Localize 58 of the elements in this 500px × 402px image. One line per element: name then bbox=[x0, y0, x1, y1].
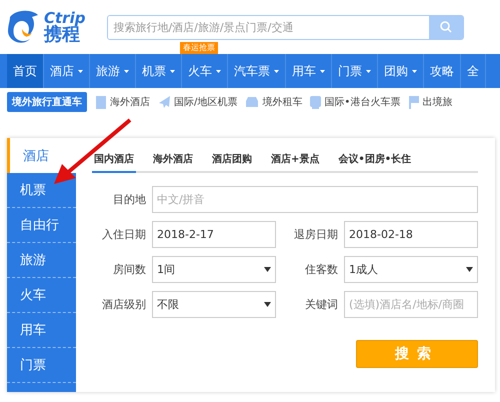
nav-tab[interactable]: 酒店 bbox=[44, 54, 90, 88]
section-tag: 境外旅行直通车 bbox=[7, 92, 87, 112]
logo-text: 携程 bbox=[44, 26, 80, 44]
nav-tab[interactable]: 首页 bbox=[7, 54, 44, 88]
nav-tab[interactable]: 门票 bbox=[332, 54, 378, 88]
logo-text: Ctrip bbox=[44, 10, 86, 26]
promo-badge: 春运抢票 bbox=[180, 42, 218, 54]
tab[interactable]: 会议•团房•长住 bbox=[336, 152, 414, 173]
sub-link[interactable]: 海外酒店 bbox=[110, 95, 150, 109]
tab[interactable]: 国内酒店 bbox=[92, 152, 136, 173]
sidebar-item[interactable]: 酒店 bbox=[7, 138, 76, 173]
field-label: 关键词 bbox=[304, 297, 338, 312]
nav-tab[interactable]: 汽车票 bbox=[228, 54, 286, 88]
nav-tab[interactable]: 旅游 bbox=[90, 54, 136, 88]
input-field[interactable]: (选填)酒店名/地标/商圈 bbox=[344, 291, 478, 318]
field-label: 目的地 bbox=[112, 192, 146, 207]
tab[interactable]: 酒店团购 bbox=[210, 152, 254, 173]
sub-link[interactable]: 国际•港台火车票 bbox=[324, 95, 400, 109]
search-icon bbox=[440, 21, 452, 33]
search-button[interactable] bbox=[429, 16, 463, 38]
arrow-icon bbox=[52, 118, 132, 186]
car-icon bbox=[245, 97, 260, 107]
sub-link[interactable]: 出境旅 bbox=[422, 95, 452, 109]
nav-tab[interactable]: 火车 bbox=[182, 54, 228, 88]
building-icon bbox=[95, 96, 107, 108]
tab[interactable]: 酒店+景点 bbox=[269, 152, 322, 173]
field-label: 住客数 bbox=[304, 262, 338, 277]
caret-icon bbox=[466, 267, 473, 272]
input-field[interactable]: 2018-2-17 bbox=[152, 221, 276, 248]
sidebar-item[interactable]: 门票 bbox=[7, 348, 76, 383]
nav-tab[interactable]: 机票 bbox=[136, 54, 182, 88]
select-field[interactable]: 不限 bbox=[152, 291, 276, 318]
nav-tab[interactable]: 全 bbox=[461, 54, 486, 88]
input-field[interactable]: 中文/拼音 bbox=[152, 186, 478, 213]
plane-icon bbox=[158, 96, 171, 108]
field-label: 酒店级别 bbox=[101, 297, 146, 312]
dolphin-logo-icon bbox=[6, 9, 40, 45]
nav-tab[interactable]: 用车 bbox=[286, 54, 332, 88]
nav-tab[interactable]: 攻略 bbox=[424, 54, 461, 88]
sidebar-item[interactable]: 旅游 bbox=[7, 243, 76, 278]
input-field[interactable]: 2018-02-18 bbox=[344, 221, 478, 248]
sub-link[interactable]: 境外租车 bbox=[262, 95, 302, 109]
caret-icon bbox=[264, 302, 271, 307]
field-label: 房间数 bbox=[112, 262, 146, 277]
caret-icon bbox=[264, 267, 271, 272]
select-field[interactable]: 1成人 bbox=[344, 256, 478, 283]
nav-tab[interactable]: 团购 bbox=[378, 54, 424, 88]
tab[interactable]: 海外酒店 bbox=[151, 152, 195, 173]
sidebar-item[interactable]: 火车 bbox=[7, 278, 76, 313]
sidebar-item[interactable]: 自由行 bbox=[7, 208, 76, 243]
field-label: 入住日期 bbox=[101, 227, 146, 242]
select-field[interactable]: 1间 bbox=[152, 256, 276, 283]
sidebar-item[interactable]: 用车 bbox=[7, 313, 76, 348]
sub-link[interactable]: 国际/地区机票 bbox=[174, 95, 238, 109]
train-icon bbox=[310, 96, 322, 108]
search-field[interactable]: 搜索旅行地/酒店/旅游/景点门票/交通 bbox=[107, 14, 464, 40]
field-label: 退房日期 bbox=[293, 227, 338, 242]
flag-icon bbox=[408, 96, 420, 108]
